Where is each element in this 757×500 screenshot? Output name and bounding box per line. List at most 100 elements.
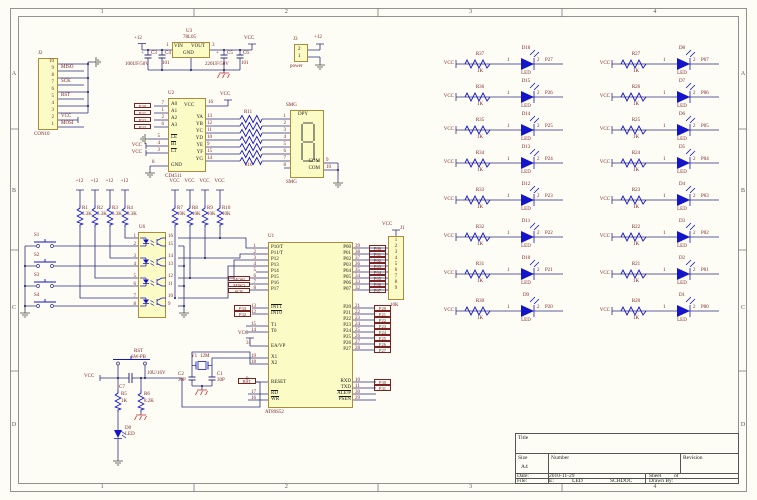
pin-name: P11/T xyxy=(271,250,284,256)
pin-number: 3 xyxy=(157,148,161,153)
resistor-val: 1K xyxy=(632,315,640,321)
r7-r10-labels: R7 10K R8 10K R9 10K R10 10K xyxy=(177,206,237,218)
pin-name: P07 xyxy=(343,286,351,292)
led-pin2: 2 xyxy=(693,305,696,310)
led-pin1: 1 xyxy=(507,58,510,63)
led-pin1: 1 xyxy=(507,157,510,162)
pin-number: 11 xyxy=(355,383,360,389)
rail-plus12: +12 xyxy=(120,179,129,184)
led-pin2: 2 xyxy=(537,305,540,310)
led-part: LED xyxy=(677,207,687,212)
pin-number: 10 xyxy=(355,377,360,383)
rail-vcc: VCC xyxy=(238,330,249,336)
led-pin1: 1 xyxy=(507,305,510,310)
pin-number: 5 xyxy=(157,134,161,139)
led-pin1: 1 xyxy=(663,157,666,162)
pin-number: 4 xyxy=(51,101,55,106)
resistor-val: 1K xyxy=(632,68,640,74)
j1-pins: 1 2 3 4 5 6 7 8 9 xyxy=(388,237,404,293)
smg-pin-row: 8 xyxy=(278,163,288,172)
resistor-ref: R35 xyxy=(475,118,485,123)
resistor-ref: R20 xyxy=(631,299,641,304)
pin-number: 4 xyxy=(394,255,398,261)
led-pin2: 2 xyxy=(537,268,540,273)
resistor-val: 1K xyxy=(476,134,484,140)
port-label: P04 xyxy=(369,269,386,275)
pin-number: 8 xyxy=(394,279,398,285)
pin-number: 16 xyxy=(208,100,213,105)
rail-vcc: VCC xyxy=(599,160,610,165)
pin-number-row: 11 xyxy=(168,282,178,290)
led-pin2: 2 xyxy=(693,194,696,199)
pin-number: 4 xyxy=(157,141,161,146)
net-label: SCK xyxy=(61,78,71,84)
led-row-graphic xyxy=(455,115,563,136)
led-part: LED xyxy=(677,318,687,323)
pin-name: YA xyxy=(196,115,203,120)
led-pin2: 2 xyxy=(537,91,540,96)
led-part: LED xyxy=(521,170,531,175)
u3-ref: U3 xyxy=(186,29,193,34)
pin-number: 2 xyxy=(161,115,165,120)
led-pin2: 2 xyxy=(537,157,540,162)
led-row-graphic xyxy=(611,148,719,169)
pin-name: P04 xyxy=(343,268,351,274)
rail-vcc: VCC xyxy=(599,127,610,132)
pin-name: ALE/P xyxy=(337,390,351,396)
pin-number: 3 xyxy=(283,128,287,133)
led-pin1: 1 xyxy=(663,268,666,273)
port-label: P00 xyxy=(369,245,386,251)
pin-number: 4 xyxy=(133,261,137,267)
pin-number: 9 xyxy=(51,66,55,71)
pin-name: P21 xyxy=(343,310,351,316)
u3-part: 78L05 xyxy=(183,35,197,40)
d0-ref: D0 xyxy=(125,426,132,431)
pin-number: 14 xyxy=(168,253,173,259)
c3-val: 100UF/50V xyxy=(125,62,149,67)
port-label: P31 xyxy=(374,385,391,391)
resistor-ref: R24 xyxy=(631,151,641,156)
pin-number: 2 xyxy=(253,249,257,255)
pin-number: 9 xyxy=(246,376,249,382)
smg-com-pins: COM 9 COM 10 xyxy=(298,158,338,174)
d0-val: LED xyxy=(125,432,135,437)
pin-number: 8 xyxy=(133,301,137,307)
pin-name: YC xyxy=(196,129,203,134)
net-label: P21 xyxy=(545,268,553,273)
pin-number: 5 xyxy=(253,267,257,273)
led-row-graphic xyxy=(455,82,563,103)
resistor-label: R10 10K xyxy=(222,206,237,218)
led-ref: D13 xyxy=(521,145,531,150)
resistor-val: 1K xyxy=(476,278,484,284)
port-label: SCK xyxy=(228,287,250,293)
resistor-val: 1K xyxy=(632,241,640,247)
port-label: P22 xyxy=(374,317,391,323)
u1-isp-ports: MOSI MISO SCK xyxy=(228,275,250,294)
led-pin1: 1 xyxy=(663,91,666,96)
rail-vcc: VCC xyxy=(443,234,454,239)
pin-number: 8 xyxy=(283,163,287,168)
led-icon xyxy=(677,305,690,317)
pin-name: YG xyxy=(195,157,203,162)
pin-number-row: 15 xyxy=(168,242,178,250)
net-label: RST xyxy=(61,92,71,98)
port-label: P31 xyxy=(134,109,151,115)
pin-number: 4 xyxy=(283,135,287,140)
net-label: VCC xyxy=(61,113,72,119)
pin-number: 8 xyxy=(152,160,155,165)
pin-number: 2 xyxy=(51,115,55,120)
pin-number: 1 xyxy=(394,237,398,243)
led-ref: D14 xyxy=(521,112,531,117)
pin-name: P00 xyxy=(343,244,351,250)
led-pin1: 1 xyxy=(507,194,510,199)
pin-number: 23 xyxy=(355,315,360,321)
switch-label-row: S1 xyxy=(34,233,54,253)
led-pin1: 1 xyxy=(663,231,666,236)
port-label: P07 xyxy=(369,287,386,293)
pin-name: TXD xyxy=(340,384,351,390)
c5-ref: C5 xyxy=(227,51,233,56)
resistor-label: R3 3.3K xyxy=(112,206,127,218)
pin-name: P12 xyxy=(271,256,279,262)
led-icon xyxy=(521,157,534,169)
pin-number: 1 xyxy=(133,233,137,239)
